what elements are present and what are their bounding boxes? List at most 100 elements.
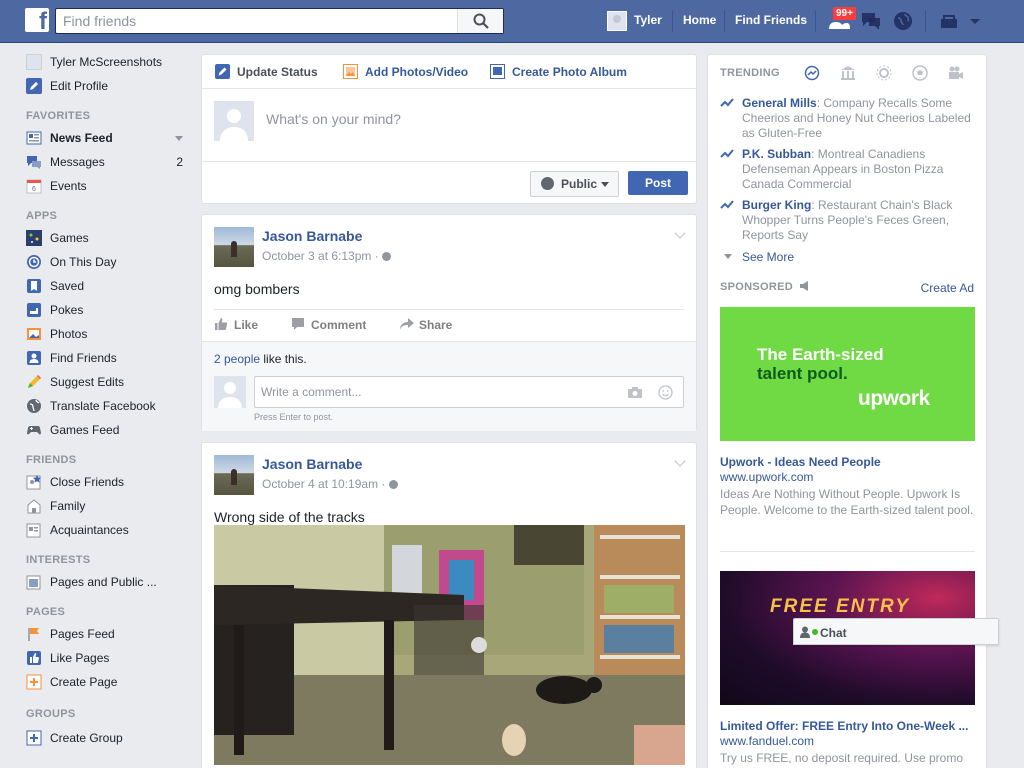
trending-sports-icon[interactable] bbox=[912, 65, 928, 81]
ad-url[interactable]: www.fanduel.com bbox=[720, 734, 814, 748]
ad-title[interactable]: Upwork - Ideas Need People bbox=[720, 455, 975, 469]
sidebar-item-suggest-edits[interactable]: Suggest Edits bbox=[26, 372, 191, 396]
emoji-smiley-icon[interactable] bbox=[658, 385, 673, 400]
trending-topic-name[interactable]: Burger King bbox=[742, 198, 811, 212]
sidebar-item-news-feed[interactable]: News Feed bbox=[26, 128, 191, 152]
create-ad-link[interactable]: Create Ad bbox=[921, 281, 974, 295]
sidebar-item-find-friends[interactable]: Find Friends bbox=[26, 348, 191, 372]
trending-science-icon[interactable] bbox=[876, 65, 892, 81]
post-time[interactable]: October 4 at 10:19am bbox=[262, 477, 378, 491]
tab-add-photos-video[interactable]: Add Photos/Video bbox=[343, 64, 468, 79]
sidebar-item-create-group[interactable]: Create Group bbox=[26, 728, 191, 752]
sidebar-item-create-page[interactable]: Create Page bbox=[26, 672, 191, 696]
commenter-avatar bbox=[214, 376, 246, 408]
sidebar-item-pages-feed[interactable]: Pages Feed bbox=[26, 624, 191, 648]
sponsored-label: SPONSORED bbox=[720, 281, 793, 293]
online-status-dot bbox=[812, 629, 818, 635]
trending-topic-name[interactable]: General Mills bbox=[742, 96, 817, 110]
status-composer: Update Status Add Photos/Video Create Ph… bbox=[201, 54, 697, 204]
post-button[interactable]: Post bbox=[628, 171, 688, 195]
tab-create-photo-album[interactable]: Create Photo Album bbox=[490, 64, 627, 79]
privacy-selector[interactable]: Public bbox=[530, 171, 619, 197]
sidebar-item-messages[interactable]: Messages 2 bbox=[26, 152, 191, 176]
post-author-name[interactable]: Jason Barnabe bbox=[262, 456, 362, 472]
post-time[interactable]: October 3 at 6:13pm bbox=[262, 249, 371, 263]
sidebar-item-saved[interactable]: Saved bbox=[26, 276, 191, 300]
messages-icon[interactable] bbox=[860, 10, 882, 32]
author-avatar[interactable] bbox=[214, 227, 254, 267]
post-timestamp[interactable]: October 4 at 10:19am · bbox=[262, 477, 398, 491]
sidebar-item-family[interactable]: Family bbox=[26, 496, 191, 520]
create-group-plus-icon bbox=[26, 730, 42, 746]
post-options-chevron-icon[interactable] bbox=[674, 455, 686, 467]
sidebar-item-photos[interactable]: Photos bbox=[26, 324, 191, 348]
find-friends-icon bbox=[27, 351, 41, 365]
ad-url[interactable]: www.upwork.com bbox=[720, 470, 813, 484]
chevron-down-icon[interactable] bbox=[175, 136, 183, 141]
sidebar-item-pages-public[interactable]: Pages and Public ... bbox=[26, 572, 191, 596]
camera-icon[interactable] bbox=[627, 386, 643, 399]
suggest-edits-pencil-icon bbox=[28, 375, 41, 388]
sidebar-item-label: Edit Profile bbox=[50, 79, 109, 93]
likes-people-link[interactable]: 2 people bbox=[214, 352, 260, 366]
sidebar-profile[interactable]: Tyler McScreenshots bbox=[26, 52, 191, 76]
sidebar-item-pokes[interactable]: Pokes bbox=[26, 300, 191, 324]
nav-separator bbox=[724, 10, 725, 32]
user-avatar[interactable] bbox=[607, 11, 627, 31]
sidebar-edit-profile[interactable]: Edit Profile bbox=[26, 76, 191, 100]
author-avatar[interactable] bbox=[214, 455, 254, 495]
sidebar-item-label: Close Friends bbox=[50, 475, 125, 489]
sidebar-item-games[interactable]: Games bbox=[26, 228, 191, 252]
post-timestamp[interactable]: October 3 at 6:13pm · bbox=[262, 249, 392, 263]
likes-suffix: like this. bbox=[260, 352, 307, 366]
photo-icon bbox=[343, 64, 358, 79]
trending-top-icon[interactable] bbox=[804, 65, 820, 81]
share-button[interactable]: Share bbox=[399, 318, 452, 332]
search-button[interactable] bbox=[457, 9, 503, 33]
trending-politics-icon[interactable] bbox=[840, 65, 856, 81]
sidebar-item-acquaintances[interactable]: Acquaintances bbox=[26, 520, 191, 544]
sidebar-item-events[interactable]: 6 Events bbox=[26, 176, 191, 200]
acquaintances-icon bbox=[26, 523, 41, 538]
home-link[interactable]: Home bbox=[683, 13, 716, 27]
sidebar-item-games-feed[interactable]: Games Feed bbox=[26, 420, 191, 444]
privacy-shortcuts-icon[interactable] bbox=[938, 10, 960, 32]
public-globe-icon bbox=[388, 480, 398, 489]
trending-item[interactable]: Burger King: Restaurant Chain's Black Wh… bbox=[720, 198, 976, 243]
tab-update-status[interactable]: Update Status bbox=[215, 64, 318, 79]
notifications-globe-icon[interactable] bbox=[892, 10, 914, 32]
sidebar-item-label: Create Page bbox=[50, 675, 118, 689]
like-button[interactable]: Like bbox=[214, 318, 258, 332]
trending-item[interactable]: General Mills: Company Recalls Some Chee… bbox=[720, 96, 976, 141]
composer-body[interactable]: What's on your mind? bbox=[202, 89, 696, 161]
sidebar-item-label: Family bbox=[50, 499, 86, 513]
comment-button[interactable]: Comment bbox=[291, 318, 366, 332]
post-photo[interactable] bbox=[214, 525, 685, 765]
facebook-logo-icon[interactable]: f bbox=[25, 8, 49, 32]
post-author-name[interactable]: Jason Barnabe bbox=[262, 228, 362, 244]
sidebar-item-like-pages[interactable]: Like Pages bbox=[26, 648, 191, 672]
trending-topic-name[interactable]: P.K. Subban bbox=[742, 147, 811, 161]
trending-arrow-icon bbox=[720, 200, 734, 209]
trending-see-more-link[interactable]: See More bbox=[720, 250, 794, 264]
upwork-ad-image[interactable]: The Earth-sized talent pool. upwork bbox=[720, 307, 975, 441]
sidebar-item-label: Find Friends bbox=[50, 351, 117, 365]
section-heading-interests: INTERESTS bbox=[26, 554, 91, 566]
sidebar-item-on-this-day[interactable]: On This Day bbox=[26, 252, 191, 276]
trending-entertainment-icon[interactable] bbox=[948, 65, 964, 81]
nav-separator bbox=[672, 10, 673, 32]
profile-link[interactable]: Tyler bbox=[634, 13, 662, 27]
comment-bubble-icon bbox=[292, 318, 304, 330]
account-menu-chevron-down-icon[interactable] bbox=[968, 10, 982, 32]
public-globe-icon bbox=[382, 252, 392, 261]
ad-title[interactable]: Limited Offer: FREE Entry Into One-Week … bbox=[720, 719, 975, 733]
composer-placeholder[interactable]: What's on your mind? bbox=[266, 111, 401, 127]
post-options-chevron-icon[interactable] bbox=[674, 227, 686, 239]
chat-bar[interactable]: Chat bbox=[793, 618, 999, 645]
sidebar-item-translate[interactable]: Translate Facebook bbox=[26, 396, 191, 420]
trending-item[interactable]: P.K. Subban: Montreal Canadiens Defensem… bbox=[720, 147, 976, 192]
find-friends-link[interactable]: Find Friends bbox=[735, 13, 807, 27]
comment-input[interactable] bbox=[255, 377, 615, 407]
sidebar-item-close-friends[interactable]: Close Friends bbox=[26, 472, 191, 496]
search-input[interactable] bbox=[56, 9, 456, 33]
